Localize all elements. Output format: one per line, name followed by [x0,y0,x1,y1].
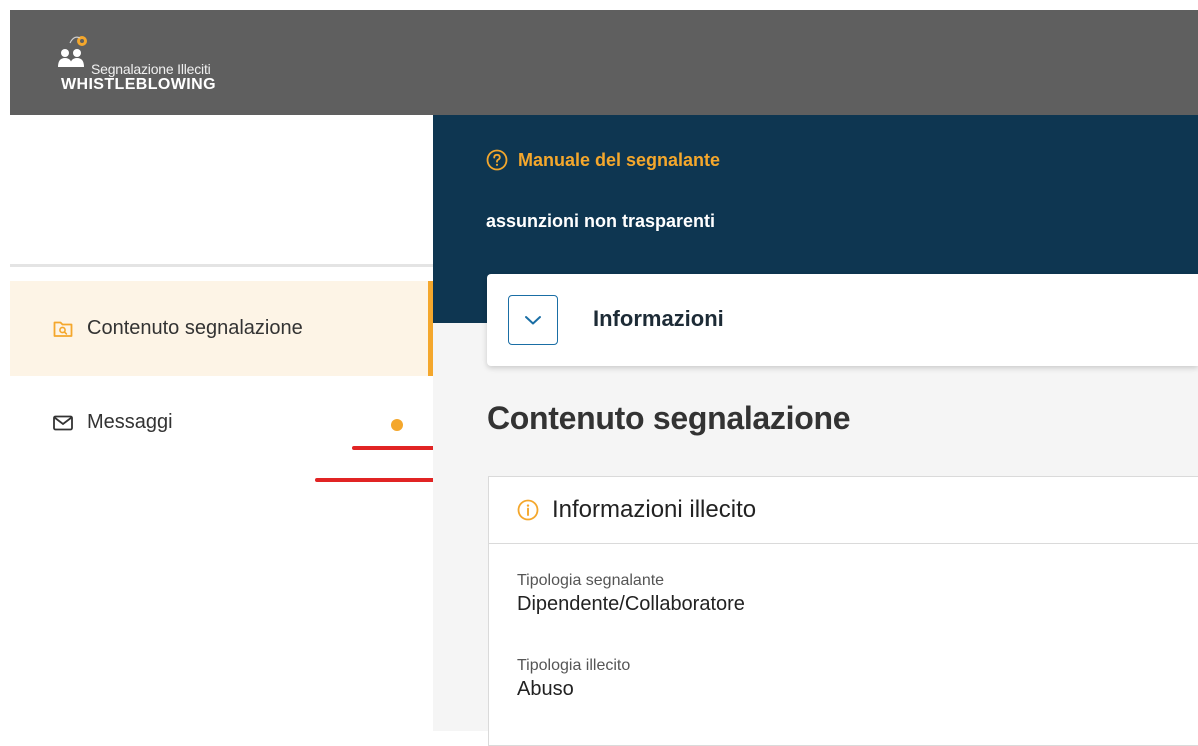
field-value: Abuso [517,678,574,700]
detail-card-title: Informazioni illecito [552,496,757,523]
sidebar-divider [10,264,433,267]
sidebar-item-label: Messaggi [87,411,173,433]
whistleblower-logo-icon [58,36,87,67]
field-tipologia-illecito: Tipologia illecito Abuso [517,657,630,701]
red-annotation-line [315,478,449,482]
envelope-icon [51,411,75,435]
detail-card: Informazioni illecito Tipologia segnalan… [488,476,1198,746]
red-annotation-line [352,446,440,450]
top-bar: Segnalazione Illeciti WHISTLEBLOWING [10,10,1198,115]
sidebar-item-messaggi[interactable]: Messaggi [10,393,433,453]
report-title: assunzioni non trasparenti [486,211,716,231]
sidebar-item-label: Contenuto segnalazione [87,317,303,339]
manual-link-label: Manuale del segnalante [518,149,721,170]
detail-card-header: Informazioni illecito [489,477,1198,544]
field-label: Tipologia segnalante [517,572,665,589]
field-tipologia-segnalante: Tipologia segnalante Dipendente/Collabor… [517,572,745,616]
main-content: Manuale del segnalante assunzioni non tr… [433,115,1198,746]
info-panel-toggle-button[interactable] [508,295,558,345]
sidebar: Contenuto segnalazione Messaggi [10,115,449,731]
section-title: Contenuto segnalazione [487,400,851,436]
field-label: Tipologia illecito [517,657,631,674]
folder-search-icon [51,317,75,341]
manual-link[interactable]: Manuale del segnalante [486,149,720,171]
info-panel-title: Informazioni [593,306,724,331]
help-circle-icon [486,149,508,171]
info-panel: Informazioni [487,274,1198,366]
field-value: Dipendente/Collaboratore [517,593,745,615]
unread-indicator [391,419,403,431]
logo-title: WHISTLEBLOWING [61,76,216,93]
logo-subtitle: Segnalazione Illeciti [91,61,211,77]
chevron-down-icon [525,316,541,325]
info-circle-icon [517,499,539,521]
sidebar-item-contenuto-segnalazione[interactable]: Contenuto segnalazione [10,281,433,376]
